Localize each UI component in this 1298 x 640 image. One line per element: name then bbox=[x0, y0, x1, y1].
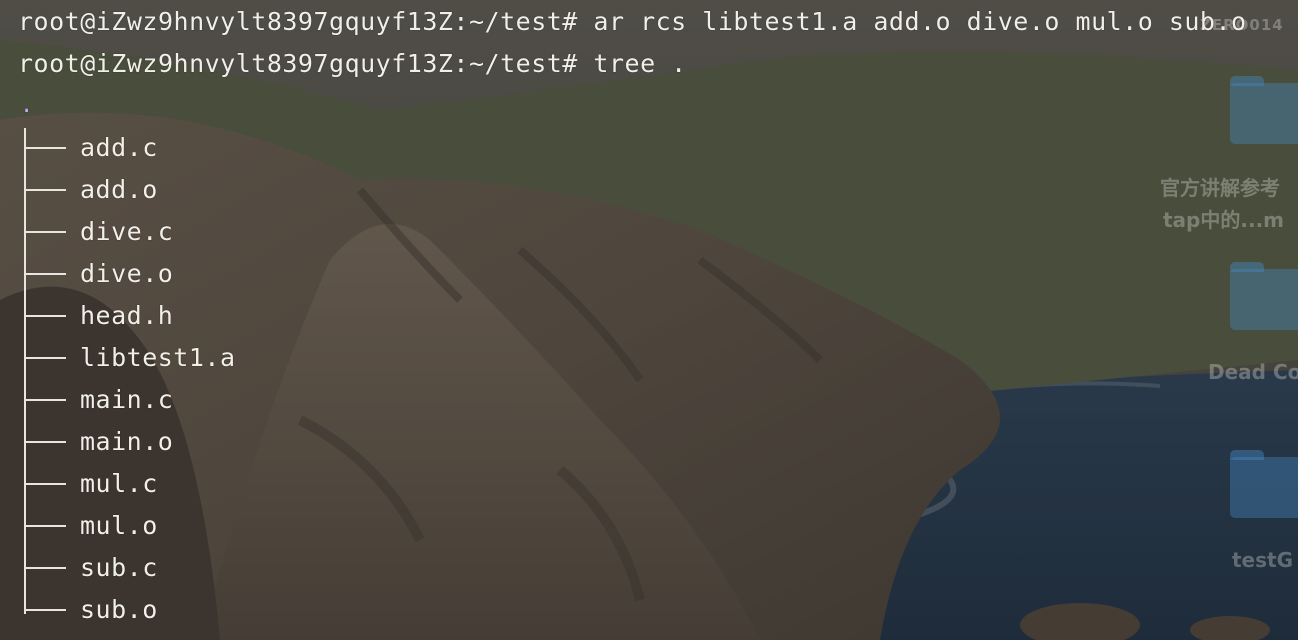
tree-entry-name: libtest1.a bbox=[80, 343, 236, 372]
desktop-screen: ZERO014 官方讲解参考 tap中的...m Dead Co testG r… bbox=[0, 0, 1298, 640]
shell-command: ar rcs libtest1.a add.o dive.o mul.o sub… bbox=[593, 7, 1247, 36]
tree-root-dot: . bbox=[20, 93, 34, 118]
command-line-2: root@iZwz9hnvylt8397gquyf13Z:~/test# tre… bbox=[18, 46, 687, 82]
tree-branch-line bbox=[24, 399, 66, 401]
tree-entry: dive.o bbox=[24, 256, 424, 292]
tree-entry: sub.c bbox=[24, 550, 424, 586]
tree-entry: add.o bbox=[24, 172, 424, 208]
tree-entry: add.c bbox=[24, 130, 424, 166]
tree-entry-name: dive.c bbox=[80, 217, 174, 246]
tree-branch-line bbox=[24, 357, 66, 359]
tree-entry: sub.o bbox=[24, 592, 424, 628]
tree-branch-line bbox=[24, 273, 66, 275]
tree-entry: mul.c bbox=[24, 466, 424, 502]
tree-branch-line bbox=[24, 609, 66, 611]
tree-branch-line bbox=[24, 441, 66, 443]
tree-entry: mul.o bbox=[24, 508, 424, 544]
tree-entry-name: main.o bbox=[80, 427, 174, 456]
tree-entry-name: dive.o bbox=[80, 259, 174, 288]
tree-branch-line bbox=[24, 525, 66, 527]
tree-entry: main.o bbox=[24, 424, 424, 460]
shell-prompt: root@iZwz9hnvylt8397gquyf13Z:~/test# bbox=[18, 7, 578, 36]
shell-command: tree . bbox=[593, 49, 687, 78]
tree-entry: dive.c bbox=[24, 214, 424, 250]
tree-entry-name: sub.c bbox=[80, 553, 158, 582]
tree-entry-name: mul.o bbox=[80, 511, 158, 540]
terminal-output[interactable]: root@iZwz9hnvylt8397gquyf13Z:~/test# ar … bbox=[0, 0, 1298, 640]
tree-branch-line bbox=[24, 231, 66, 233]
tree-entry-name: head.h bbox=[80, 301, 174, 330]
tree-entry: libtest1.a bbox=[24, 340, 424, 376]
tree-entry-name: main.c bbox=[80, 385, 174, 414]
tree-branch-line bbox=[24, 567, 66, 569]
tree-branch-line bbox=[24, 483, 66, 485]
tree-entry-name: mul.c bbox=[80, 469, 158, 498]
tree-entry-name: add.o bbox=[80, 175, 158, 204]
tree-entry-name: add.c bbox=[80, 133, 158, 162]
tree-entry-name: sub.o bbox=[80, 595, 158, 624]
tree-branch-line bbox=[24, 147, 66, 149]
tree-branch-line bbox=[24, 189, 66, 191]
tree-entry: main.c bbox=[24, 382, 424, 418]
command-line-1: root@iZwz9hnvylt8397gquyf13Z:~/test# ar … bbox=[18, 4, 1247, 40]
shell-prompt: root@iZwz9hnvylt8397gquyf13Z:~/test# bbox=[18, 49, 578, 78]
tree-entry: head.h bbox=[24, 298, 424, 334]
tree-branch-line bbox=[24, 315, 66, 317]
